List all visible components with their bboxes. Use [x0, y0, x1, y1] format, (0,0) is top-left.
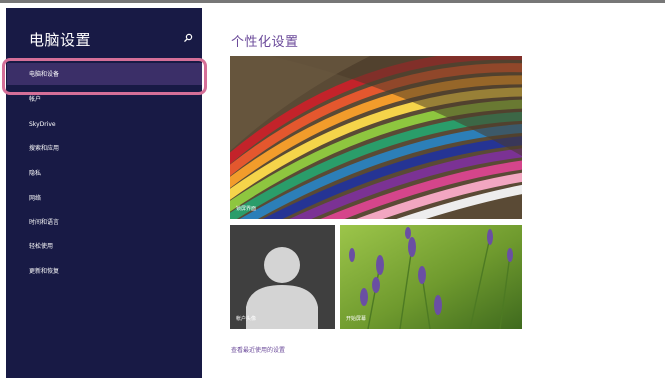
- lock-screen-label: 锁屏界面: [236, 206, 257, 212]
- account-picture-label: 帐户头像: [236, 316, 257, 322]
- window-top-border: [0, 0, 665, 3]
- selection-highlight-annotation: [2, 58, 207, 95]
- start-screen-image: [340, 225, 522, 329]
- sidebar-title: 电脑设置: [29, 31, 92, 49]
- sidebar-item-privacy[interactable]: 隐私: [29, 170, 41, 178]
- page-title: 个性化设置: [231, 35, 299, 50]
- sidebar-item-accounts[interactable]: 帐户: [29, 96, 41, 104]
- sidebar-item-time-and-language[interactable]: 时间和语言: [29, 219, 59, 227]
- account-picture-tile[interactable]: 帐户头像: [230, 225, 335, 329]
- user-avatar-icon: [246, 247, 318, 329]
- search-icon[interactable]: [183, 33, 193, 43]
- start-screen-label: 开始屏幕: [346, 316, 367, 322]
- sidebar-item-skydrive[interactable]: SkyDrive: [29, 121, 56, 129]
- sidebar-item-network[interactable]: 网络: [29, 195, 41, 203]
- start-screen-tile[interactable]: 开始屏幕: [340, 225, 522, 329]
- sidebar-item-update-and-recovery[interactable]: 更新和恢复: [29, 268, 59, 276]
- sidebar-item-ease-of-access[interactable]: 轻松使用: [29, 243, 53, 251]
- sidebar-item-search-and-apps[interactable]: 搜索和应用: [29, 145, 59, 153]
- lock-screen-image: [230, 56, 522, 219]
- lock-screen-tile[interactable]: 锁屏界面: [230, 56, 522, 219]
- recent-settings-link[interactable]: 查看最近使用的设置: [231, 347, 285, 355]
